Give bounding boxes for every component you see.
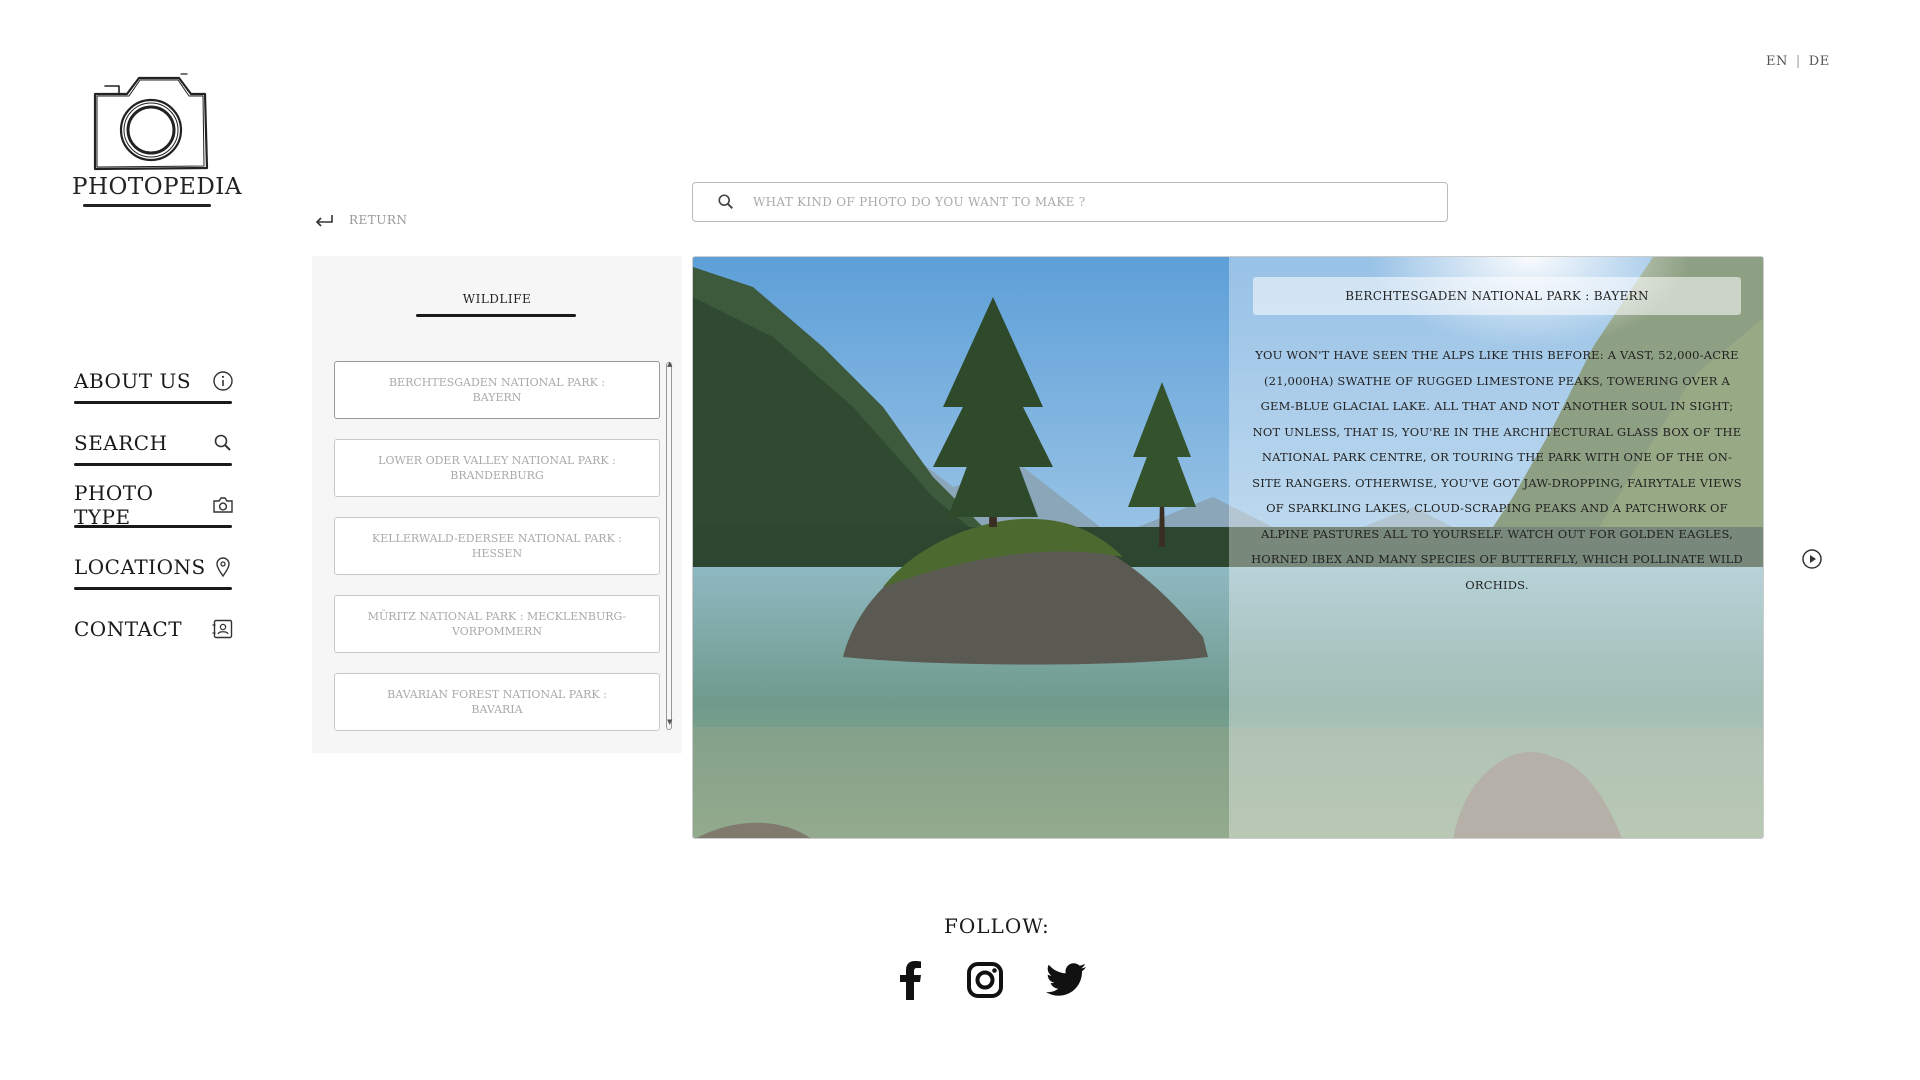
nav-item-label: LOCATIONS — [74, 555, 206, 579]
nav-item-locations[interactable]: LOCATIONS — [74, 536, 234, 598]
contact-card-icon — [212, 618, 234, 640]
park-description-overlay: BERCHTESGADEN NATIONAL PARK : BAYERN You… — [1229, 257, 1763, 838]
search-bar — [692, 182, 1448, 222]
category-panel: WILDLIFE BERCHTESGADEN NATIONAL PARK : B… — [312, 256, 682, 753]
social-links — [896, 960, 1086, 1000]
park-item[interactable]: BAVARIAN FOREST NATIONAL PARK : BAVARIA — [334, 673, 660, 731]
scroll-down-icon[interactable]: ▼ — [667, 718, 672, 726]
search-icon — [718, 194, 734, 210]
park-description: You won't have seen the Alps like this b… — [1251, 348, 1743, 592]
next-slide-button[interactable] — [1801, 548, 1823, 570]
follow-label: FOLLOW: — [944, 914, 1050, 938]
location-pin-icon — [212, 556, 234, 578]
lang-en-link[interactable]: EN — [1766, 54, 1788, 69]
logo[interactable]: PHOTOPEDIA — [72, 72, 242, 207]
return-arrow-icon — [315, 215, 333, 227]
category-title: WILDLIFE — [462, 292, 532, 306]
camera-logo-icon — [93, 73, 209, 171]
nav-item-label: SEARCH — [74, 431, 168, 455]
lang-separator: | — [1795, 54, 1801, 69]
logo-title: PHOTOPEDIA — [72, 174, 242, 200]
scroll-up-icon[interactable]: ▲ — [667, 360, 672, 368]
facebook-link[interactable] — [896, 960, 924, 1000]
twitter-icon — [1046, 963, 1086, 996]
nav-item-label: CONTACT — [74, 617, 183, 641]
park-item[interactable]: MÜRITZ NATIONAL PARK : MECKLENBURG-VORPO… — [334, 595, 660, 653]
nav-item-about-us[interactable]: ABOUT US — [74, 350, 234, 412]
search-icon — [212, 432, 234, 454]
play-circle-icon — [1802, 549, 1822, 569]
instagram-icon — [967, 962, 1003, 998]
nav-item-search[interactable]: SEARCH — [74, 412, 234, 474]
park-item[interactable]: LOWER ODER VALLEY NATIONAL PARK : BRANDE… — [334, 439, 660, 497]
lang-de-link[interactable]: DE — [1809, 54, 1830, 69]
nav-item-label: PHOTO TYPE — [74, 481, 154, 529]
return-link[interactable]: RETURN — [313, 212, 407, 228]
park-item[interactable]: BERCHTESGADEN NATIONAL PARK : BAYERN — [334, 361, 660, 419]
category-underline — [416, 314, 576, 317]
park-item[interactable]: KELLERWALD-EDERSEE NATIONAL PARK : HESSE… — [334, 517, 660, 575]
nav-divider — [74, 525, 232, 528]
park-list: BERCHTESGADEN NATIONAL PARK : BAYERN LOW… — [334, 361, 660, 751]
nav-divider — [74, 401, 232, 404]
park-title: BERCHTESGADEN NATIONAL PARK : BAYERN — [1253, 277, 1741, 315]
logo-underline — [83, 204, 211, 207]
park-list-scrollbar[interactable] — [666, 362, 672, 730]
nav-item-photo-type[interactable]: PHOTO TYPE — [74, 474, 234, 536]
nav-item-label: ABOUT US — [74, 369, 192, 393]
sidebar-nav: ABOUT US SEARCH PHOTO TYPE LOCATIONS CON… — [74, 350, 234, 660]
nav-item-contact[interactable]: CONTACT — [74, 598, 234, 660]
nav-divider — [74, 587, 232, 590]
facebook-icon — [900, 961, 921, 1000]
twitter-link[interactable] — [1046, 963, 1086, 997]
search-input[interactable] — [753, 195, 1393, 209]
language-switch: EN | DE — [1766, 54, 1830, 69]
info-icon — [212, 370, 234, 392]
return-label: RETURN — [349, 213, 408, 227]
camera-icon — [212, 494, 234, 516]
nav-divider — [74, 463, 232, 466]
park-photo: BERCHTESGADEN NATIONAL PARK : BAYERN You… — [692, 256, 1764, 839]
instagram-link[interactable] — [966, 961, 1004, 999]
